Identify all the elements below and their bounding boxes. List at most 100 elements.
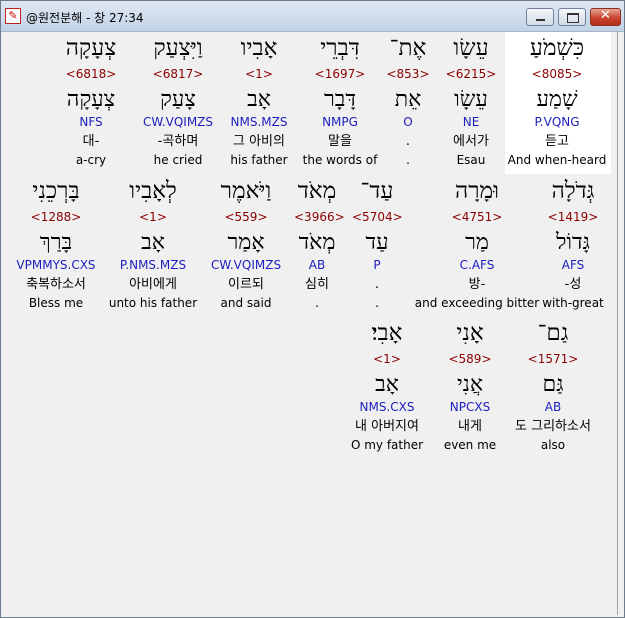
korean-gloss: -성: [564, 277, 582, 292]
parsing-code: NFS: [79, 115, 103, 129]
korean-gloss: 심히: [305, 277, 329, 292]
parsing-code: NPCXS: [449, 400, 491, 414]
korean-gloss: 내 아버지여: [355, 419, 419, 434]
app-window: ✎ @원전분해 - 창 27:34 ✕ כִּשְׁמֹעַ <8085> שָׁמ…: [0, 0, 625, 618]
hebrew-word: וּמָרָה: [454, 178, 500, 204]
hebrew-word: צְעָקָה: [65, 35, 117, 61]
english-gloss: and exceeding bitter: [414, 296, 540, 310]
korean-gloss: 도 그리하소서: [515, 419, 591, 434]
hebrew-root: עֵשָׂו: [454, 87, 488, 112]
word-cell[interactable]: וַיֹּאמֶר <559> אָמַר CW.VQIMZS 이르되 and said: [211, 177, 281, 315]
word-cell[interactable]: אֶת־ <853> אֵת O..: [383, 34, 433, 172]
hebrew-root: גַּם: [542, 372, 564, 397]
strong-number: <1>: [245, 67, 273, 81]
strong-number: <559>: [224, 210, 268, 224]
word-cell[interactable]: אָבִיו <1> אָב NMS.MZS 그 아비의 his father: [219, 34, 299, 172]
word-cell[interactable]: בָּרְכֵנִי <1288> בָּרַךְ VPMMYS.CXS 축복하소서 Bl…: [8, 177, 104, 315]
hebrew-word: אָבִיו: [240, 35, 278, 61]
korean-gloss: 듣고: [545, 134, 569, 149]
parsing-code: AB: [544, 400, 562, 414]
parsing-code: CW.VQIMZS: [211, 258, 282, 272]
parsing-code: C.AFS: [459, 258, 495, 272]
strong-number: <1>: [373, 352, 401, 366]
strong-number: <589>: [448, 352, 492, 366]
strong-number: <1288>: [30, 210, 82, 224]
strong-number: <5704>: [352, 210, 403, 224]
strong-number: <853>: [386, 67, 430, 81]
korean-gloss: 방-: [468, 277, 486, 292]
korean-gloss: 축복하소서: [26, 277, 86, 292]
strong-number: <8085>: [531, 67, 583, 81]
minimize-icon: [536, 19, 545, 21]
word-cell[interactable]: אָבִי׃ <1> אָב NMS.CXS 내 아버지여 O my father: [345, 319, 429, 457]
window-title: @원전분해 - 창 27:34: [26, 11, 144, 25]
english-gloss: and said: [220, 296, 272, 310]
hebrew-root: צָעַק: [160, 87, 196, 112]
hebrew-word: גַם־: [537, 320, 569, 346]
strong-number: <1571>: [527, 352, 579, 366]
parsing-code: O: [403, 115, 413, 129]
english-gloss: .: [406, 153, 410, 167]
word-cell[interactable]: כִּשְׁמֹעַ <8085> שָׁמַע P.VQNG 듣고 And when-h…: [504, 34, 610, 172]
interlinear-panel[interactable]: כִּשְׁמֹעַ <8085> שָׁמַע P.VQNG 듣고 And when-h…: [5, 32, 618, 615]
word-cell[interactable]: לְאָבִיו <1> אָב P.NMS.MZS 아비에게 unto his fath…: [108, 177, 198, 315]
hebrew-word: כִּשְׁמֹעַ: [529, 35, 585, 61]
maximize-icon: [567, 13, 579, 23]
korean-gloss: 대-: [82, 134, 100, 149]
english-gloss: Bless me: [28, 296, 84, 310]
parsing-code: VPMMYS.CXS: [16, 258, 96, 272]
hebrew-word: לְאָבִיו: [129, 178, 177, 204]
english-gloss: the words of: [302, 153, 378, 167]
parsing-code: NMS.CXS: [359, 400, 415, 414]
content-area: כִּשְׁמֹעַ <8085> שָׁמַע P.VQNG 듣고 And when-h…: [5, 32, 619, 615]
hebrew-word: אֶת־: [389, 35, 427, 61]
hebrew-root: צְעָקָה: [66, 87, 116, 112]
korean-gloss: 말을: [328, 134, 352, 149]
english-gloss: also: [540, 438, 566, 452]
maximize-button[interactable]: [558, 8, 586, 26]
close-icon: ✕: [600, 8, 611, 23]
strong-number: <6215>: [445, 67, 497, 81]
strong-number: <3966>: [294, 210, 345, 224]
hebrew-root: בָּרַךְ: [39, 230, 73, 255]
parsing-code: P: [373, 258, 381, 272]
hebrew-root: מַר: [465, 230, 489, 255]
hebrew-word: אָנִי: [456, 320, 484, 346]
word-cell[interactable]: גְּדֹלָה <1419> גָּדוֹל AFS -성 with-great: [533, 177, 613, 315]
parsing-code: P.NMS.MZS: [119, 258, 187, 272]
english-gloss: Esau: [456, 153, 486, 167]
korean-gloss: 아비에게: [129, 277, 177, 292]
hebrew-word: וַיִּצְעַק: [153, 35, 203, 61]
word-cell[interactable]: וּמָרָה <4751> מַר C.AFS 방-and exceeding bit…: [412, 177, 542, 315]
hebrew-root: שָׁמַע: [536, 87, 578, 112]
parsing-code: AB: [308, 258, 326, 272]
hebrew-word: גְּדֹלָה: [551, 178, 595, 204]
word-cell[interactable]: עֵשָׂו <6215> עֵשָׂו NE 에서가 Esau: [436, 34, 506, 172]
parsing-code: P.VQNG: [534, 115, 580, 129]
word-cell[interactable]: גַם־ <1571> גַּם AB 도 그리하소서 also: [498, 319, 608, 457]
word-cell[interactable]: דִּבְרֵי <1697> דָּבָר NMPG 말을 the words of: [300, 34, 380, 172]
english-gloss: his father: [230, 153, 288, 167]
hebrew-root: מְאֹד: [298, 230, 336, 255]
english-gloss: unto his father: [108, 296, 198, 310]
hebrew-root: אָמַר: [227, 230, 265, 255]
word-cell[interactable]: צְעָקָה <6818> צְעָקָה NFS 대-a-cry: [58, 34, 124, 172]
title-bar[interactable]: ✎ @원전분해 - 창 27:34 ✕: [1, 1, 624, 32]
korean-gloss: 에서가: [453, 134, 489, 149]
close-button[interactable]: ✕: [590, 8, 621, 26]
parsing-code: NE: [462, 115, 480, 129]
parsing-code: NMS.MZS: [230, 115, 288, 129]
word-cell[interactable]: אָנִי <589> אֲנִי NPCXS 내게 even me: [435, 319, 505, 457]
word-cell[interactable]: מְאֹד <3966> מְאֹד AB 심히.: [294, 177, 345, 315]
app-logo-icon[interactable]: ✎: [5, 8, 21, 24]
word-cell[interactable]: וַיִּצְעַק <6817> צָעַק CW.VQIMZS -곡하며 he cri…: [138, 34, 218, 172]
english-gloss: even me: [443, 438, 497, 452]
english-gloss: with-great: [542, 296, 604, 310]
korean-gloss: 그 아비의: [233, 134, 285, 149]
english-gloss: .: [375, 296, 379, 310]
english-gloss: O my father: [350, 438, 424, 452]
word-cell[interactable]: עַד־ <5704> עַד P..: [352, 177, 403, 315]
strong-number: <1697>: [314, 67, 366, 81]
hebrew-root: אֲנִי: [456, 372, 484, 397]
minimize-button[interactable]: [526, 8, 554, 26]
